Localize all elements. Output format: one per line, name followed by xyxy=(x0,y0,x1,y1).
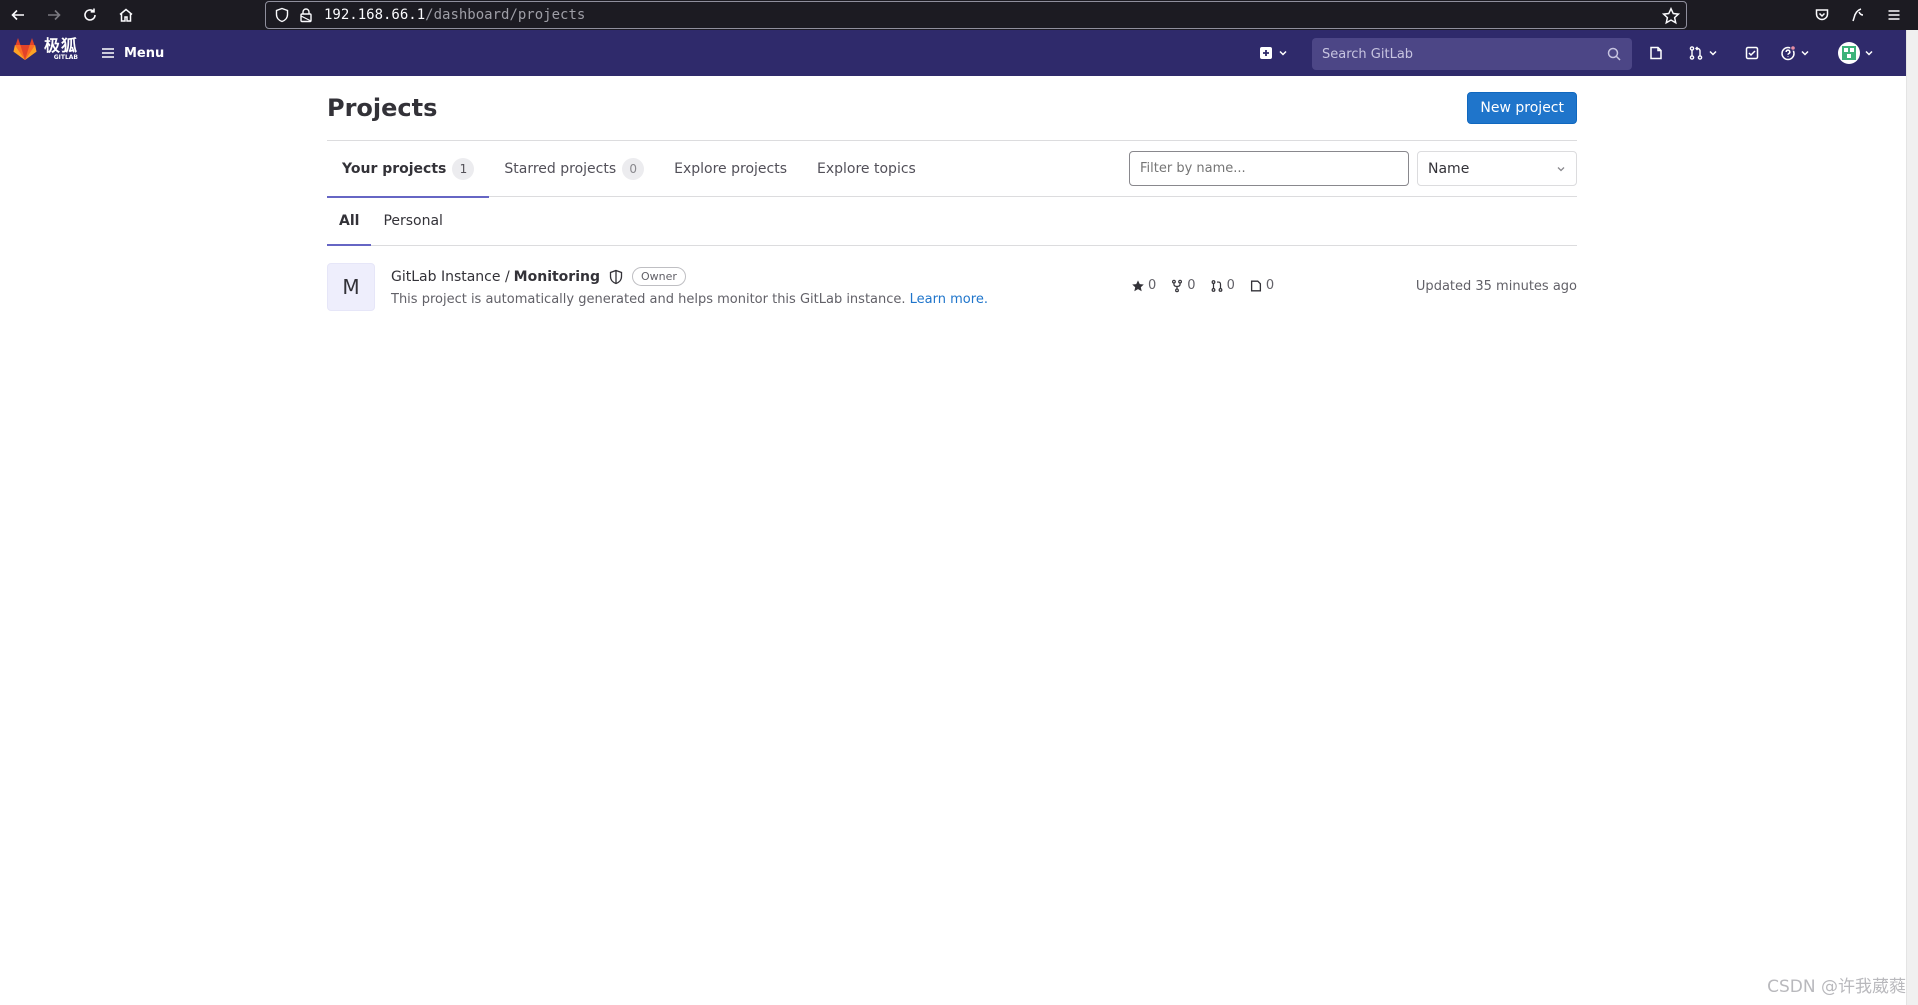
role-badge: Owner xyxy=(632,267,686,286)
subtab-personal[interactable]: Personal xyxy=(371,197,455,245)
vertical-scrollbar[interactable] xyxy=(1906,30,1918,1005)
forward-icon[interactable] xyxy=(36,0,72,30)
project-stats: 0 0 0 0 xyxy=(1131,278,1274,293)
stars-stat[interactable]: 0 xyxy=(1131,278,1156,293)
logo-subtext: GITLAB xyxy=(53,53,79,61)
plus-square-icon xyxy=(1260,47,1272,59)
pocket-icon[interactable] xyxy=(1804,0,1840,30)
project-subtabs: All Personal xyxy=(327,197,1577,246)
page-title: Projects xyxy=(327,94,438,122)
main-content: Projects New project Your projects 1 Sta… xyxy=(327,76,1577,328)
merge-requests-stat[interactable]: 0 xyxy=(1210,278,1235,293)
gitlab-logo-icon xyxy=(13,38,37,60)
chevron-down-icon xyxy=(1557,166,1565,171)
stars-count: 0 xyxy=(1148,278,1157,293)
subtab-all[interactable]: All xyxy=(327,197,372,246)
page-header: Projects New project xyxy=(327,76,1577,141)
chevron-down-icon xyxy=(1865,50,1873,56)
back-icon[interactable] xyxy=(0,0,36,30)
hamburger-icon xyxy=(102,48,114,58)
merge-requests-button[interactable] xyxy=(1688,42,1718,64)
tab-label: Your projects xyxy=(342,161,447,177)
avatar-icon xyxy=(1838,42,1860,64)
filter-by-name-input[interactable] xyxy=(1129,151,1409,186)
tab-explore-projects[interactable]: Explore projects xyxy=(659,141,802,197)
forks-count: 0 xyxy=(1187,278,1196,293)
address-bar[interactable]: 192.168.66.1/dashboard/projects xyxy=(265,1,1687,29)
user-menu-button[interactable] xyxy=(1838,42,1874,64)
issues-icon xyxy=(1250,280,1261,291)
star-icon[interactable] xyxy=(1662,7,1680,25)
url-host: 192.168.66.1 xyxy=(324,7,426,23)
search-placeholder: Search GitLab xyxy=(1322,46,1414,62)
tab-your-projects[interactable]: Your projects 1 xyxy=(327,141,490,198)
sort-value: Name xyxy=(1428,160,1470,177)
chevron-down-icon xyxy=(1279,50,1287,56)
chevron-down-icon xyxy=(1709,50,1717,56)
shield-icon xyxy=(609,269,623,284)
todo-icon xyxy=(1745,46,1759,60)
url-text: 192.168.66.1/dashboard/projects xyxy=(324,7,585,23)
tab-label: Explore topics xyxy=(817,161,916,177)
chevron-down-icon xyxy=(1801,50,1809,56)
project-row[interactable]: M GitLab Instance / Monitoring Owner Thi… xyxy=(327,246,1577,328)
reload-icon[interactable] xyxy=(72,0,108,30)
project-tabs: Your projects 1 Starred projects 0 Explo… xyxy=(327,141,1577,198)
gitlab-top-nav: 极狐 GITLAB Menu Search GitLab xyxy=(0,30,1906,76)
issues-button[interactable] xyxy=(1648,42,1664,64)
todos-button[interactable] xyxy=(1744,42,1760,64)
merge-requests-count: 0 xyxy=(1226,278,1235,293)
gitlab-logo[interactable]: 极狐 GITLAB xyxy=(12,37,78,61)
learn-more-link[interactable]: Learn more. xyxy=(910,292,988,307)
count-badge: 0 xyxy=(622,158,645,180)
merge-request-icon xyxy=(1689,46,1703,60)
menu-button[interactable]: Menu xyxy=(96,38,168,68)
project-name[interactable]: Monitoring xyxy=(514,269,600,285)
issues-icon xyxy=(1650,46,1662,60)
project-description: This project is automatically generated … xyxy=(391,292,906,307)
merge-request-icon xyxy=(1211,279,1222,292)
logo-text: 极狐 xyxy=(44,35,79,55)
help-button[interactable] xyxy=(1780,42,1810,64)
updated-timestamp: Updated 35 minutes ago xyxy=(1415,279,1577,294)
fork-icon xyxy=(1172,279,1183,292)
sort-dropdown[interactable]: Name xyxy=(1417,151,1577,186)
new-dropdown-button[interactable] xyxy=(1258,42,1288,64)
extension-icon[interactable] xyxy=(1840,0,1876,30)
menu-label: Menu xyxy=(124,45,165,61)
shield-icon[interactable] xyxy=(274,7,290,23)
search-icon xyxy=(1607,47,1621,61)
project-avatar[interactable]: M xyxy=(327,263,375,311)
tab-explore-topics[interactable]: Explore topics xyxy=(802,141,931,197)
lock-icon[interactable] xyxy=(298,7,314,23)
search-input[interactable]: Search GitLab xyxy=(1312,38,1632,70)
watermark: CSDN @许我葳蕤 xyxy=(1767,977,1906,997)
issues-count: 0 xyxy=(1265,278,1275,293)
issues-stat[interactable]: 0 xyxy=(1249,278,1274,293)
new-project-button[interactable]: New project xyxy=(1467,92,1577,124)
hamburger-icon[interactable] xyxy=(1876,0,1912,30)
tab-label: Starred projects xyxy=(504,161,617,177)
url-path: /dashboard/projects xyxy=(425,7,586,23)
tab-label: Explore projects xyxy=(674,161,788,177)
tab-starred-projects[interactable]: Starred projects 0 xyxy=(489,141,659,197)
count-badge: 1 xyxy=(452,158,475,180)
help-icon xyxy=(1781,45,1796,61)
forks-stat[interactable]: 0 xyxy=(1170,278,1196,293)
star-icon xyxy=(1132,279,1144,291)
project-namespace[interactable]: GitLab Instance / xyxy=(391,269,510,285)
home-icon[interactable] xyxy=(108,0,144,30)
